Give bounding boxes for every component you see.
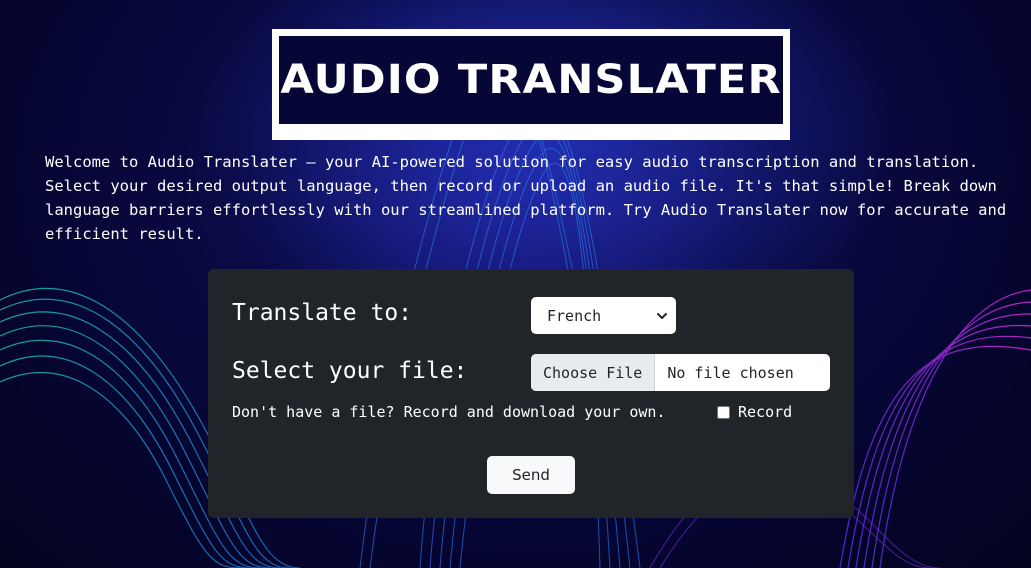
- language-select[interactable]: French: [531, 297, 676, 334]
- chevron-down-icon: [657, 312, 667, 319]
- record-checkbox[interactable]: [717, 405, 730, 419]
- logo: AUDIO TRANSLATER: [272, 29, 790, 140]
- record-toggle[interactable]: Record: [717, 403, 792, 421]
- file-status-text: No file chosen: [667, 363, 794, 382]
- record-hint-text: Don't have a file? Record and download y…: [232, 403, 666, 421]
- language-select-value: French: [547, 306, 602, 325]
- intro-text: Welcome to Audio Translater — your AI-po…: [45, 153, 1007, 243]
- record-label: Record: [738, 403, 793, 421]
- file-input[interactable]: Choose File No file chosen: [531, 354, 830, 391]
- send-button[interactable]: Send: [487, 456, 575, 494]
- logo-inner: AUDIO TRANSLATER: [279, 36, 783, 124]
- logo-text: AUDIO TRANSLATER: [280, 57, 782, 103]
- select-file-label: Select your file:: [232, 358, 468, 384]
- choose-file-button[interactable]: Choose File: [531, 354, 656, 391]
- translation-form: Translate to: French Select your file: C…: [208, 269, 854, 518]
- translate-to-label: Translate to:: [232, 300, 413, 326]
